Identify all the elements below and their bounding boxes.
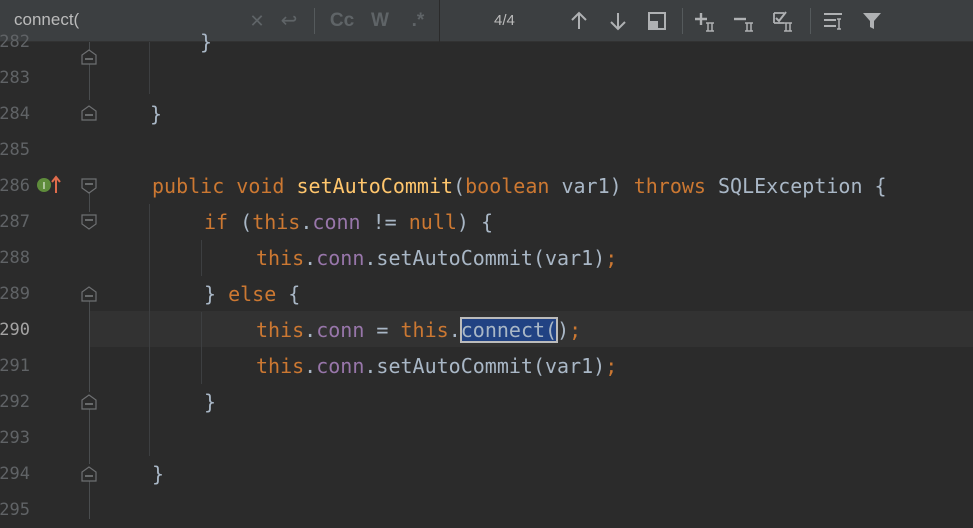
filter-icon[interactable] bbox=[858, 8, 886, 34]
fold-end-icon[interactable] bbox=[81, 286, 97, 302]
indent-guide bbox=[149, 42, 150, 94]
line-number: 292 bbox=[0, 392, 30, 412]
arrow-down-icon[interactable] bbox=[604, 8, 632, 34]
match-case-toggle[interactable]: Cc bbox=[326, 8, 358, 34]
fold-end-icon[interactable] bbox=[81, 394, 97, 410]
line-number: 283 bbox=[0, 68, 30, 88]
code-line: } bbox=[152, 462, 165, 486]
find-bar: ✕ ↩ Cc W .* 4/4 bbox=[0, 0, 973, 42]
code-line: public void setAutoCommit(boolean var1) … bbox=[152, 174, 887, 198]
code-line: this.conn.setAutoCommit(var1); bbox=[256, 354, 618, 378]
add-selection-for-next-icon[interactable] bbox=[693, 8, 721, 34]
select-all-icon[interactable] bbox=[771, 8, 799, 34]
code-line: } bbox=[204, 390, 217, 414]
indent-guide bbox=[201, 240, 202, 276]
filter-settings-icon[interactable] bbox=[820, 8, 848, 34]
close-icon[interactable]: ✕ bbox=[247, 8, 267, 34]
fold-end-icon[interactable] bbox=[81, 466, 97, 482]
line-number: 284 bbox=[0, 104, 30, 124]
search-box: ✕ ↩ Cc W .* bbox=[0, 0, 440, 42]
search-match-highlight: connect( bbox=[459, 317, 559, 343]
line-number: 289 bbox=[0, 284, 30, 304]
line-number: 286 bbox=[0, 176, 30, 196]
line-number: 285 bbox=[0, 140, 30, 160]
indent-guide bbox=[149, 204, 150, 456]
code-line: } bbox=[200, 30, 213, 54]
line-number: 295 bbox=[0, 500, 30, 520]
separator bbox=[314, 8, 315, 34]
fold-start-icon[interactable] bbox=[81, 214, 97, 230]
line-number: 293 bbox=[0, 428, 30, 448]
code-line: } else { bbox=[204, 282, 301, 306]
code-line: this.conn.setAutoCommit(var1); bbox=[256, 246, 618, 270]
line-number-current: 290 bbox=[0, 320, 30, 340]
select-all-occurrences-icon[interactable] bbox=[643, 8, 671, 34]
indent-guide bbox=[201, 312, 202, 384]
remove-selection-icon[interactable] bbox=[732, 8, 760, 34]
fold-start-icon[interactable] bbox=[81, 178, 97, 194]
fold-end-icon[interactable] bbox=[81, 49, 97, 65]
code-line: } bbox=[150, 102, 163, 126]
line-number: 291 bbox=[0, 356, 30, 376]
svg-text:I: I bbox=[43, 181, 46, 192]
line-number: 282 bbox=[0, 32, 30, 52]
separator bbox=[810, 8, 811, 34]
code-line: if (this.conn != null) { bbox=[204, 210, 494, 234]
line-number: 287 bbox=[0, 212, 30, 232]
fold-line bbox=[89, 480, 90, 519]
line-number: 288 bbox=[0, 248, 30, 268]
enter-icon[interactable]: ↩ bbox=[276, 8, 302, 34]
line-number: 294 bbox=[0, 464, 30, 484]
code-line-current: this.conn = this.connect(); bbox=[256, 317, 582, 343]
fold-line bbox=[89, 408, 90, 464]
fold-end-icon[interactable] bbox=[81, 105, 97, 121]
match-count: 4/4 bbox=[494, 12, 515, 29]
arrow-up-icon[interactable] bbox=[565, 8, 593, 34]
separator bbox=[682, 8, 683, 34]
words-toggle[interactable]: W bbox=[366, 8, 394, 34]
implements-method-icon[interactable]: I bbox=[36, 175, 62, 195]
regex-toggle[interactable]: .* bbox=[404, 8, 432, 34]
